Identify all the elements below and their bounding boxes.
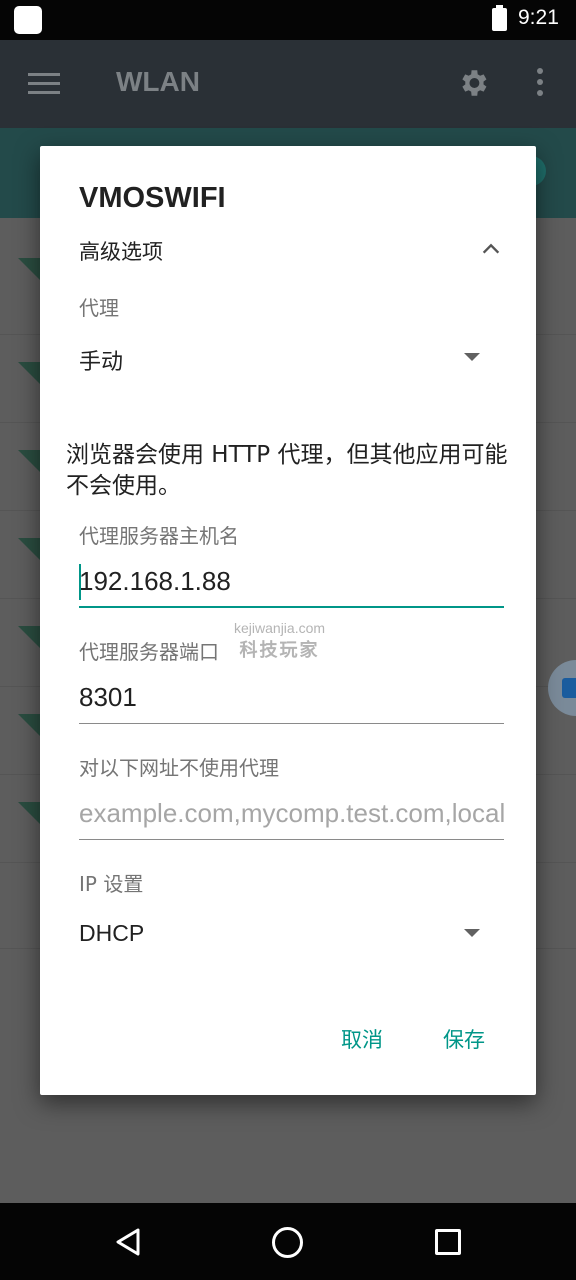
proxy-port-input[interactable] xyxy=(79,672,504,722)
back-icon[interactable] xyxy=(114,1227,142,1257)
proxy-host-caption: 代理服务器主机名 xyxy=(79,524,239,548)
status-bar: 9:21 xyxy=(0,0,576,40)
wifi-config-dialog: VMOSWIFI 高级选项 代理 手动 浏览器会使用 HTTP 代理，但其他应用… xyxy=(40,146,536,1095)
navigation-bar xyxy=(0,1203,576,1280)
gear-icon[interactable] xyxy=(456,66,490,100)
proxy-spinner[interactable]: 手动 xyxy=(79,344,123,376)
proxy-port-field[interactable] xyxy=(79,672,504,724)
ip-settings-caption: IP 设置 xyxy=(79,872,144,896)
notification-app-icon xyxy=(14,6,42,34)
bypass-field[interactable] xyxy=(79,788,504,840)
toolbar-title: WLAN xyxy=(116,66,200,97)
proxy-host-field[interactable] xyxy=(79,556,504,608)
recents-icon[interactable] xyxy=(435,1229,461,1255)
watermark-url: kejiwanjia.com xyxy=(234,620,326,636)
battery-icon xyxy=(492,5,507,31)
bypass-input[interactable] xyxy=(79,788,504,838)
save-button[interactable]: 保存 xyxy=(443,1024,485,1054)
proxy-caption: 代理 xyxy=(79,296,119,320)
chevron-up-icon[interactable] xyxy=(480,238,502,260)
advanced-options-toggle[interactable]: 高级选项 xyxy=(79,236,163,266)
proxy-host-input[interactable] xyxy=(79,556,504,606)
text-caret xyxy=(79,564,81,600)
bypass-caption: 对以下网址不使用代理 xyxy=(79,756,279,780)
watermark: kejiwanjia.com 科技玩家 xyxy=(234,620,325,662)
home-icon[interactable] xyxy=(272,1227,303,1258)
status-time: 9:21 xyxy=(518,6,559,29)
dropdown-arrow-icon[interactable] xyxy=(464,353,480,361)
more-vert-icon[interactable] xyxy=(532,68,548,98)
proxy-note: 浏览器会使用 HTTP 代理，但其他应用可能不会使用。 xyxy=(66,442,508,499)
dropdown-arrow-icon[interactable] xyxy=(464,929,480,937)
ip-settings-spinner[interactable]: DHCP xyxy=(79,920,144,947)
hamburger-menu-icon[interactable] xyxy=(28,73,60,95)
proxy-port-caption: 代理服务器端口 xyxy=(79,640,219,664)
dialog-title: VMOSWIFI xyxy=(79,182,226,214)
cancel-button[interactable]: 取消 xyxy=(341,1024,383,1054)
watermark-text: 科技玩家 xyxy=(239,640,320,661)
app-toolbar: WLAN xyxy=(0,40,576,128)
